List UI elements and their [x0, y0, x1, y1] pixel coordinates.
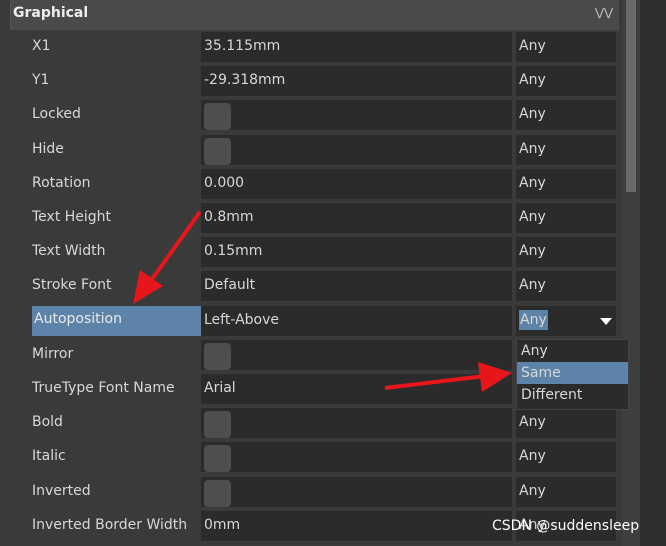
watermark: CSDN @suddensleep	[492, 518, 640, 534]
red-arrow-icon	[384, 362, 512, 392]
red-arrow-icon	[133, 210, 202, 304]
annotation-arrows	[133, 210, 512, 392]
